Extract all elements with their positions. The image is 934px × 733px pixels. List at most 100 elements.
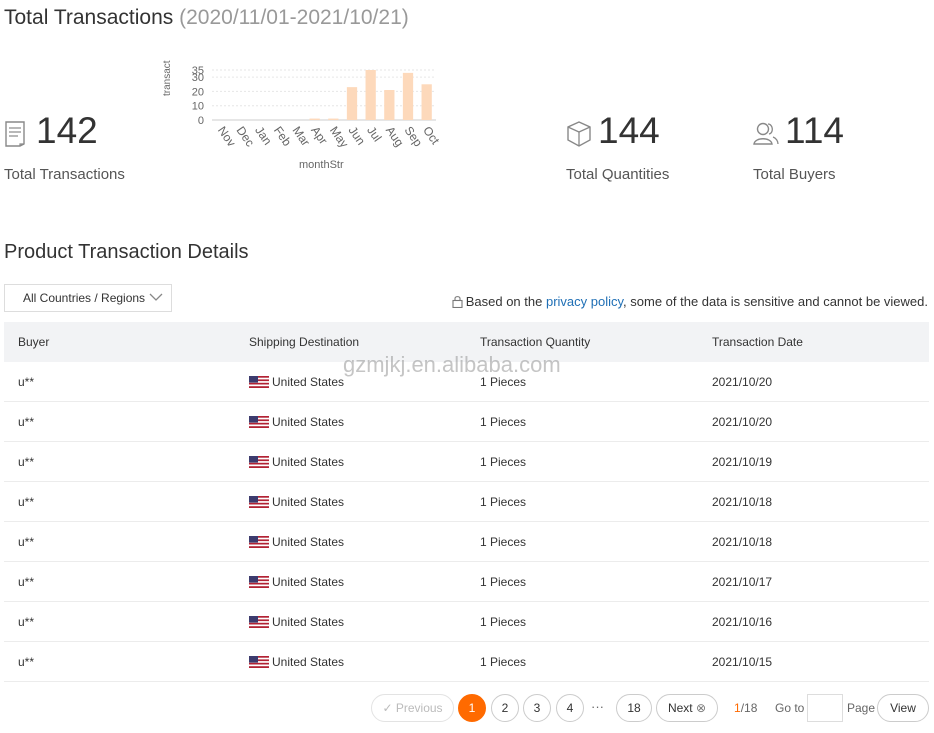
quantity-cell: 1 Pieces [480,414,527,429]
page-title: Total Transactions (2020/11/01-2021/10/2… [4,6,409,30]
chart-ytick-label: 35 [192,65,204,77]
table-body: u** United States 1 Pieces 2021/10/20 u** Uni… [4,362,929,682]
header-destination: Shipping Destination [249,335,360,349]
quantity-cell: 1 Pieces [480,574,527,589]
table-row: u** United States 1 Pieces 2021/10/18 [4,482,929,522]
us-flag-icon [249,655,269,668]
date-cell: 2021/10/19 [712,454,773,469]
users-icon [753,122,779,145]
goto-label: Go to [775,701,805,715]
privacy-policy-link[interactable]: privacy policy [546,294,623,309]
notice-prefix: Based on the [465,294,546,309]
stat-label: Total Buyers [753,166,836,183]
circle-x-icon: ⊗ [695,701,707,715]
us-flag-icon [249,615,269,628]
quantity-cell: 1 Pieces [480,654,527,669]
chart-bar-sep [402,72,414,120]
date-range: (2020/11/01-2021/10/21) [179,6,409,29]
chart-xtick-label: Jan [252,124,275,148]
destination-text: United States [272,374,345,389]
chart-bar-may [328,118,339,120]
chart-xtick-label: May [327,124,351,151]
destination-text: United States [272,454,345,469]
current-page: 1 [734,701,741,715]
date-cell: 2021/10/16 [712,614,773,629]
header-date: Transaction Date [712,335,803,349]
date-cell: 2021/10/20 [712,414,773,429]
us-flag-icon [249,375,269,388]
table-row: u** United States 1 Pieces 2021/10/19 [4,442,929,482]
buyer-cell: u** [18,454,35,469]
quantity-cell: 1 Pieces [480,614,527,629]
page-button-3[interactable]: 3 [523,694,551,722]
chart-xtick-label: Nov [215,124,239,150]
transactions-bar-chart: 010203035 NovDecJanFebMarAprMayJunJulAug… [162,60,443,171]
chart-bar-jun [346,87,358,120]
chart-ytick-label: 20 [192,86,204,98]
buyer-cell: u** [18,494,35,509]
stat-label: Total Quantities [566,166,670,183]
destination-cell: United States [235,495,466,509]
chart-ytick-label: 0 [198,115,204,127]
destination-text: United States [272,574,345,589]
chevron-down-icon [149,293,163,301]
view-button[interactable]: View [877,694,929,722]
region-select[interactable]: All Countries / Regions [4,284,172,312]
destination-text: United States [272,614,345,629]
table-row: u** United States 1 Pieces 2021/10/15 [4,642,929,682]
chart-bar-jul [365,70,376,120]
buyer-cell: u** [18,574,35,589]
stat-label: Total Transactions [4,166,125,183]
previous-label: Previous [395,701,443,715]
total-pages: /18 [740,701,758,715]
page-button-2[interactable]: 2 [491,694,519,722]
page-button-18[interactable]: 18 [616,694,652,722]
next-button[interactable]: Next ⊗ [656,694,718,722]
watermark: gzmjkj.en.alibaba.com [343,352,561,377]
destination-cell: United States [235,535,466,549]
chart-xtick-label: Jul [364,124,384,145]
chart-xtick-label: Aug [383,124,407,150]
previous-button[interactable]: ✓ Previous [371,694,454,722]
date-cell: 2021/10/15 [712,654,773,669]
quantity-cell: 1 Pieces [480,534,527,549]
privacy-notice: Based on the privacy policy, some of the… [452,294,928,309]
page-indicator: 1/18 [734,701,757,715]
destination-cell: United States [235,655,466,669]
chart-xtick-label: Sep [402,124,426,150]
chart-ytick-label: 10 [192,101,204,113]
us-flag-icon [249,535,269,548]
buyer-cell: u** [18,534,35,549]
stat-value: 114 [785,110,844,151]
destination-text: United States [272,494,345,509]
buyer-cell: u** [18,414,35,429]
next-label: Next [667,701,693,715]
date-cell: 2021/10/17 [712,574,773,589]
us-flag-icon [249,455,269,468]
chart-xtick-label: Oct [420,124,443,148]
box-icon [567,121,591,147]
region-select-value: All Countries / Regions [23,291,146,305]
chart-bar-aug [384,90,395,120]
table-row: u** United States 1 Pieces 2021/10/17 [4,562,929,602]
table-row: u** United States 1 Pieces 2021/10/20 [4,402,929,442]
chart-xtick-label: Dec [234,124,258,150]
buyer-cell: u** [18,374,35,389]
page-button-1[interactable]: 1 [458,694,486,722]
page-label: Page [847,701,876,715]
date-cell: 2021/10/20 [712,374,773,389]
chart-xlabel: monthStr [299,159,344,171]
destination-text: United States [272,534,345,549]
document-icon [5,121,25,147]
date-cell: 2021/10/18 [712,494,773,509]
notice-suffix: , some of the data is sensitive and cann… [623,294,928,309]
pagination-ellipsis: ··· [591,699,604,714]
lock-icon [452,296,463,308]
us-flag-icon [249,495,269,508]
quantity-cell: 1 Pieces [480,454,527,469]
stat-value: 144 [598,110,660,151]
header-quantity: Transaction Quantity [480,335,591,349]
page-button-4[interactable]: 4 [556,694,584,722]
title-text: Total Transactions [4,6,174,29]
goto-page-input[interactable] [807,694,843,722]
